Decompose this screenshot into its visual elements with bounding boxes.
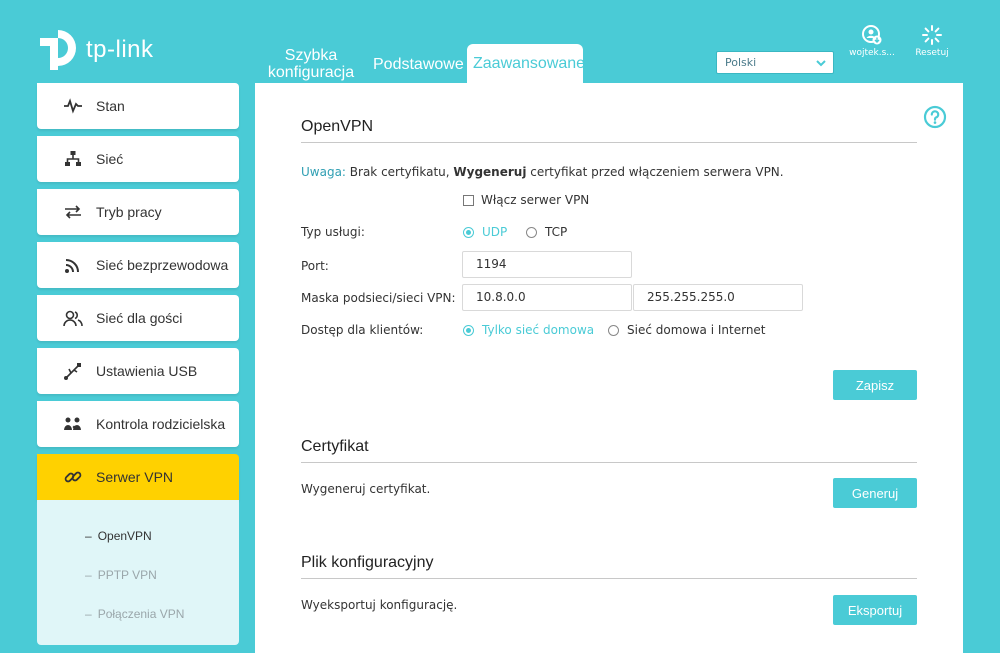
port-label: Port: [301,259,329,273]
vpn-subnet-input[interactable]: 10.8.0.0 [462,284,632,311]
link-icon [63,467,83,487]
sidebar-item-status[interactable]: Stan [37,83,239,129]
reset-label: Resetuj [915,48,949,58]
help-icon[interactable] [923,105,947,129]
tcp-label: TCP [545,225,568,239]
sidebar-item-network[interactable]: Sieć [37,136,239,182]
sidebar-item-label: Sieć [96,151,124,167]
tp-link-logo-icon [40,30,76,70]
sidebar-item-label: Kontrola rodzicielska [96,416,226,432]
tab-advanced[interactable]: Zaawansowane [467,44,585,83]
enable-vpn-server-checkbox[interactable] [463,194,474,206]
family-icon [63,414,83,434]
certificate-warning: Uwaga: Brak certyfikatu, Wygeneruj certy… [301,165,784,179]
vpn-netmask-input[interactable]: 255.255.255.0 [633,284,803,311]
client-access-label: Dostęp dla klientów: [301,323,424,337]
sidebar-item-label: Sieć bezprzewodowa [96,257,229,273]
submenu-dash: – [85,606,92,621]
submenu-item-label: Połączenia VPN [97,606,185,621]
chevron-down-icon [816,59,826,66]
config-file-section-title: Plik konfiguracyjny [301,554,434,571]
submenu-item-openvpn[interactable]: – OpenVPN [37,516,239,555]
section-divider [301,462,917,463]
reset-button[interactable]: Resetuj [910,24,954,58]
access-home-only-radio[interactable]: Tylko sieć domowa [463,323,594,337]
export-config-text: Wyeksportuj konfigurację. [301,598,458,612]
wifi-icon [63,255,83,275]
section-divider [301,578,917,579]
language-selected-value: Polski [725,56,757,69]
access-home-internet-radio[interactable]: Sieć domowa i Internet [608,323,766,337]
submenu-item-vpn-connections[interactable]: – Połączenia VPN [37,594,239,633]
warning-bold: Wygeneruj [453,165,527,179]
submenu-dash: – [85,528,92,543]
subnet-mask-label: Maska podsieci/sieci VPN: [301,291,456,305]
service-type-tcp-radio[interactable]: TCP [526,225,567,239]
submenu-item-label: OpenVPN [97,528,152,543]
section-divider [301,142,917,143]
tab-basic[interactable]: Podstawowe [367,56,467,83]
sidebar-item-wireless[interactable]: Sieć bezprzewodowa [37,242,239,288]
radio-indicator [526,226,537,238]
home-only-label: Tylko sieć domowa [482,323,595,337]
sidebar-item-usb[interactable]: Ustawienia USB [37,348,239,394]
service-type-label: Typ usługi: [301,225,365,239]
enable-vpn-server-row: Włącz serwer VPN [463,193,589,207]
home-internet-label: Sieć domowa i Internet [627,323,766,337]
pulse-icon [63,96,83,116]
tp-link-logo[interactable]: tp-link [36,26,154,74]
sidebar-item-vpn-server[interactable]: Serwer VPN [37,454,239,500]
usb-icon [63,361,83,381]
generate-certificate-text: Wygeneruj certyfikat. [301,482,431,496]
logo-text: tp-link [86,36,154,63]
submenu-item-pptp-vpn[interactable]: – PPTP VPN [37,555,239,594]
udp-label: UDP [482,225,508,239]
sidebar-item-operation-mode[interactable]: Tryb pracy [37,189,239,235]
generate-button[interactable]: Generuj [833,478,917,508]
port-input[interactable]: 1194 [462,251,632,278]
network-icon [63,149,83,169]
tab-quick-setup[interactable]: Szybka konfiguracja [255,47,367,83]
language-select[interactable]: Polski [716,51,834,74]
warning-prefix: Uwaga: [301,165,346,179]
reset-icon [922,25,942,45]
submenu-dash: – [85,567,92,582]
submenu-item-label: PPTP VPN [97,567,157,582]
sidebar-item-guest-network[interactable]: Sieć dla gości [37,295,239,341]
service-type-udp-radio[interactable]: UDP [463,225,507,239]
export-button[interactable]: Eksportuj [833,595,917,625]
sidebar-item-label: Sieć dla gości [96,310,183,326]
top-navigation: Szybka konfiguracja Podstawowe Zaawansow… [255,44,585,83]
user-label: wojtek.s... [849,48,895,58]
sidebar-item-label: Serwer VPN [96,469,174,485]
swap-icon [63,202,83,222]
user-account-button[interactable]: wojtek.s... [846,24,898,58]
sidebar-item-label: Stan [96,98,125,114]
warning-text: Brak certyfikatu, [345,165,454,179]
sidebar-item-label: Ustawienia USB [96,363,198,379]
openvpn-section-title: OpenVPN [301,118,374,135]
sidebar-item-parental-control[interactable]: Kontrola rodzicielska [37,401,239,447]
sidebar: Stan Sieć Tryb pracy Sieć bezprzewodowa … [37,83,239,645]
enable-vpn-server-label: Włącz serwer VPN [481,193,590,207]
vpn-submenu: – OpenVPN – PPTP VPN – Połączenia VPN [37,500,239,645]
radio-selected-indicator [463,324,474,336]
main-panel: OpenVPN Uwaga: Brak certyfikatu, Wygener… [255,83,963,653]
user-download-icon [862,25,882,45]
save-button[interactable]: Zapisz [833,370,917,400]
warning-text-end: certyfikat przed włączeniem serwera VPN. [526,165,784,179]
sidebar-item-label: Tryb pracy [96,204,162,220]
radio-indicator [608,324,619,336]
certificate-section-title: Certyfikat [301,438,369,455]
guests-icon [63,308,83,328]
radio-selected-indicator [463,226,474,238]
